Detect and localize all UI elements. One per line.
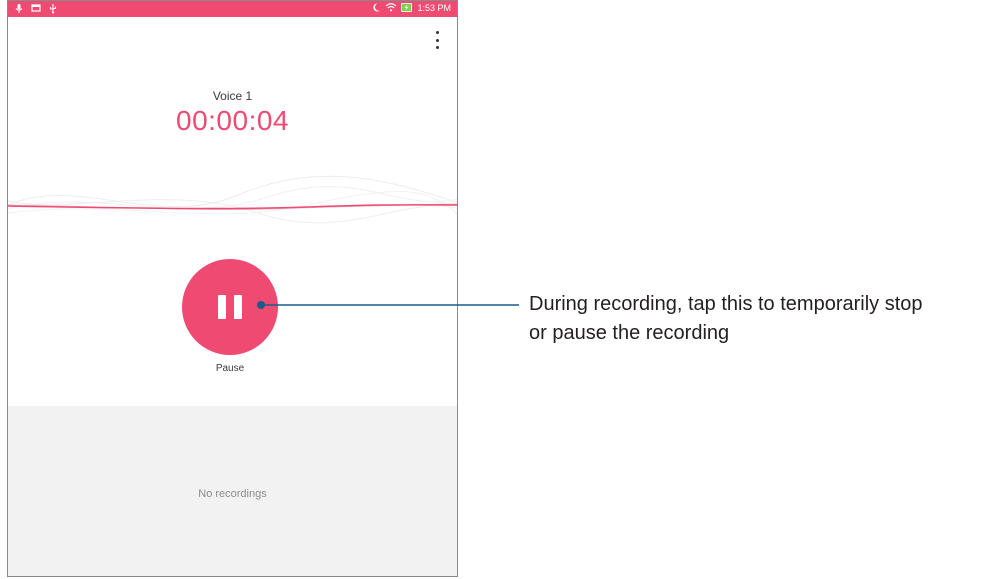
pause-icon	[234, 295, 242, 319]
menu-dot	[435, 38, 439, 42]
wifi-icon	[386, 3, 397, 12]
status-time: 1:53 PM	[417, 2, 451, 13]
more-vert-icon[interactable]	[433, 31, 441, 49]
menu-dot	[435, 31, 439, 34]
recording-name: Voice 1	[212, 89, 253, 103]
status-icons-left	[14, 3, 58, 14]
empty-recordings-text: No recordings	[198, 488, 267, 500]
waveform-visualizer	[8, 175, 457, 224]
device-screen: 1:53 PM Voice 1 00:00:04 Pause No record…	[7, 0, 458, 577]
recordings-list: No recordings	[8, 406, 457, 576]
message-icon	[31, 4, 41, 12]
battery-charging-icon	[401, 3, 413, 12]
callout-text: During recording, tap this to temporaril…	[529, 290, 984, 348]
pause-icon	[218, 295, 226, 319]
pause-button[interactable]	[182, 259, 278, 355]
recording-timer: 00:00:04	[176, 105, 289, 136]
status-icons-right: 1:53 PM	[371, 2, 451, 13]
callout-line-2: or pause the recording	[529, 322, 730, 344]
status-bar: 1:53 PM	[8, 1, 457, 17]
menu-dot	[435, 46, 439, 49]
pause-label: Pause	[215, 363, 245, 374]
callout-line-1: During recording, tap this to temporaril…	[529, 293, 923, 315]
mic-icon	[15, 4, 23, 13]
usb-icon	[49, 4, 57, 14]
moon-icon	[373, 3, 381, 12]
